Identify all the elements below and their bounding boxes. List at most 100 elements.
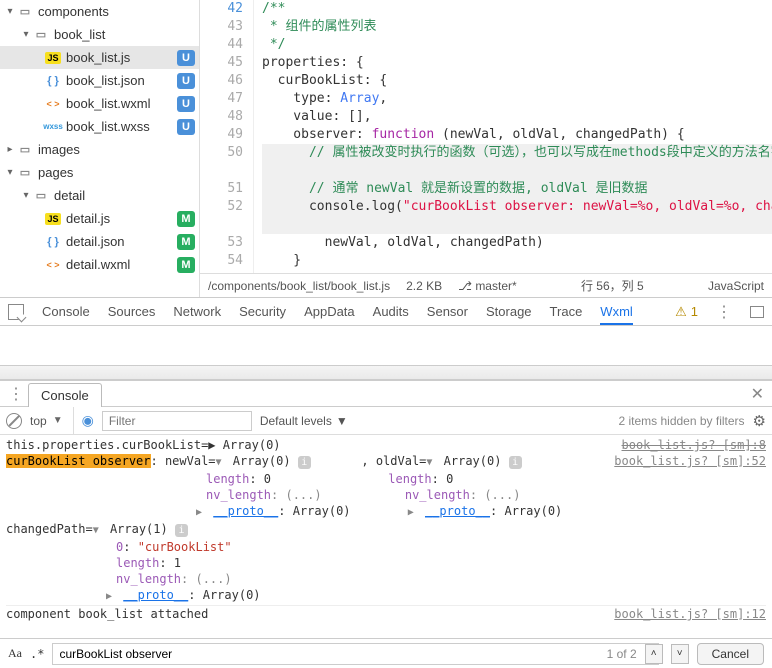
- tree-folder-images[interactable]: ▸ ▭ images: [0, 138, 199, 161]
- tree-file-detail-js[interactable]: JS detail.js M: [0, 207, 199, 230]
- tree-folder-book-list[interactable]: ▾ ▭ book_list: [0, 23, 199, 46]
- search-bar: Aa .* 1 of 2 ˄ ˅ Cancel: [0, 638, 772, 668]
- tree-label: components: [34, 4, 195, 19]
- tree-label: book_list.js: [62, 50, 177, 65]
- log-line: component book_list attached: [6, 606, 614, 622]
- hidden-items-note[interactable]: 2 items hidden by filters: [618, 414, 744, 428]
- tab-wxml[interactable]: Wxml: [600, 304, 633, 325]
- tree-file-book-list-wxss[interactable]: wxss book_list.wxss U: [0, 115, 199, 138]
- console-tab[interactable]: Console: [28, 383, 102, 407]
- context-select[interactable]: top ▼: [30, 407, 74, 434]
- editor-area: ▾ ▭ components ▾ ▭ book_list JS book_lis…: [0, 0, 772, 298]
- json-icon: { }: [44, 236, 62, 248]
- tree-label: detail: [50, 188, 195, 203]
- console-toolbar: top ▼ ◉ Default levels ▼ 2 items hidden …: [0, 407, 772, 435]
- tree-label: detail.json: [62, 234, 177, 249]
- tree-file-detail-wxml[interactable]: < > detail.wxml M: [0, 253, 199, 276]
- kebab-icon[interactable]: ⋮: [4, 384, 28, 404]
- tree-label: book_list.wxml: [62, 96, 177, 111]
- live-expression-icon[interactable]: ◉: [82, 412, 94, 429]
- tab-storage[interactable]: Storage: [486, 304, 532, 319]
- search-next-button[interactable]: ˅: [671, 644, 689, 664]
- log-source-link[interactable]: book_list.js? [sm]:8: [622, 437, 767, 453]
- regex-toggle[interactable]: .*: [30, 647, 44, 661]
- element-picker-icon[interactable]: [8, 304, 24, 320]
- log-source-link[interactable]: book_list.js? [sm]:12: [614, 606, 766, 622]
- folder-icon: ▭: [16, 5, 34, 18]
- status-badge: M: [177, 257, 195, 273]
- caret-down-icon: ▼: [53, 415, 63, 426]
- json-icon: { }: [44, 75, 62, 87]
- status-badge: U: [177, 119, 195, 135]
- status-badge: M: [177, 234, 195, 250]
- tree-folder-components[interactable]: ▾ ▭ components: [0, 0, 199, 23]
- info-icon[interactable]: i: [298, 456, 311, 469]
- match-case-toggle[interactable]: Aa: [8, 646, 22, 661]
- tree-file-book-list-json[interactable]: { } book_list.json U: [0, 69, 199, 92]
- log-source-link[interactable]: book_list.js? [sm]:52: [614, 453, 766, 471]
- status-branch[interactable]: ⎇ master*: [458, 279, 517, 293]
- search-prev-button[interactable]: ˄: [645, 644, 663, 664]
- levels-select[interactable]: Default levels ▼: [260, 414, 348, 428]
- caret-down-icon: ▼: [336, 414, 348, 428]
- tab-console[interactable]: Console: [42, 304, 90, 319]
- caret-down-icon: ▾: [4, 6, 16, 17]
- status-badge: U: [177, 50, 195, 66]
- status-badge: U: [177, 73, 195, 89]
- wxml-icon: < >: [44, 99, 62, 109]
- console-drawer: ⋮ Console ✕ top ▼ ◉ Default levels ▼ 2 i…: [0, 380, 772, 668]
- js-icon: JS: [45, 52, 60, 64]
- tree-folder-detail[interactable]: ▾ ▭ detail: [0, 184, 199, 207]
- status-bar: /components/book_list/book_list.js 2.2 K…: [200, 273, 772, 297]
- horizontal-scrollbar[interactable]: [0, 366, 772, 380]
- log-line: this.properties.curBookList=▶ Array(0): [6, 437, 622, 453]
- folder-icon: ▭: [32, 28, 50, 41]
- status-lang: JavaScript: [708, 279, 764, 293]
- tab-appdata[interactable]: AppData: [304, 304, 355, 319]
- tree-file-book-list-wxml[interactable]: < > book_list.wxml U: [0, 92, 199, 115]
- tab-sensor[interactable]: Sensor: [427, 304, 468, 319]
- cancel-button[interactable]: Cancel: [697, 643, 764, 665]
- console-output[interactable]: this.properties.curBookList=▶ Array(0) b…: [0, 435, 772, 638]
- tab-security[interactable]: Security: [239, 304, 286, 319]
- tree-file-book-list-js[interactable]: JS book_list.js U: [0, 46, 199, 69]
- caret-right-icon: ▸: [4, 144, 16, 155]
- line-gutter: 424344454647484950 5152 5354: [200, 0, 254, 273]
- tab-network[interactable]: Network: [173, 304, 221, 319]
- info-icon[interactable]: i: [509, 456, 522, 469]
- caret-down-icon: ▾: [20, 190, 32, 201]
- wxss-icon: wxss: [44, 122, 62, 131]
- search-input[interactable]: [52, 643, 658, 665]
- code-lines[interactable]: /** * 组件的属性列表 */properties: { curBookLis…: [254, 0, 772, 273]
- tab-sources[interactable]: Sources: [108, 304, 156, 319]
- tab-trace[interactable]: Trace: [550, 304, 583, 319]
- log-line: changedPath=▼ Array(1) i: [6, 521, 766, 539]
- status-cursor: 行 56，列 5: [581, 277, 644, 294]
- filter-input[interactable]: [102, 411, 252, 431]
- popout-icon[interactable]: [750, 306, 764, 318]
- kebab-icon[interactable]: ⋮: [716, 302, 732, 322]
- tree-folder-pages[interactable]: ▾ ▭ pages: [0, 161, 199, 184]
- close-icon[interactable]: ✕: [751, 384, 764, 404]
- clear-console-icon[interactable]: [6, 413, 22, 429]
- tree-label: book_list: [50, 27, 195, 42]
- gear-icon[interactable]: ⚙: [753, 412, 766, 430]
- tree-label: book_list.wxss: [62, 119, 177, 134]
- tree-label: detail.wxml: [62, 257, 177, 272]
- folder-icon: ▭: [16, 143, 34, 156]
- caret-down-icon: ▾: [20, 29, 32, 40]
- code-editor[interactable]: 424344454647484950 5152 5354 /** * 组件的属性…: [200, 0, 772, 297]
- tree-label: images: [34, 142, 195, 157]
- context-label: top: [30, 414, 47, 428]
- tree-label: pages: [34, 165, 195, 180]
- devtools-tabs: Console Sources Network Security AppData Audi…: [0, 298, 772, 326]
- console-tabbar: ⋮ Console ✕: [0, 381, 772, 407]
- tab-audits[interactable]: Audits: [373, 304, 409, 319]
- folder-icon: ▭: [16, 166, 34, 179]
- tree-file-detail-json[interactable]: { } detail.json M: [0, 230, 199, 253]
- status-size: 2.2 KB: [406, 279, 442, 293]
- file-tree[interactable]: ▾ ▭ components ▾ ▭ book_list JS book_lis…: [0, 0, 200, 297]
- tree-label: detail.js: [62, 211, 177, 226]
- warn-count[interactable]: ⚠ 1: [675, 304, 698, 320]
- info-icon[interactable]: i: [175, 524, 188, 537]
